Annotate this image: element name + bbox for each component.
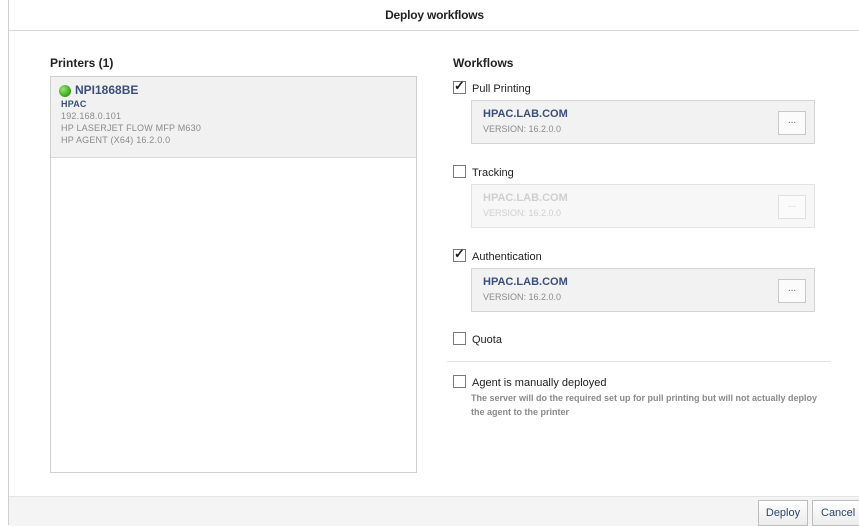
- manual-deploy-option: Agent is manually deployed: [453, 375, 607, 389]
- workflow-label: Pull Printing: [472, 83, 531, 95]
- deploy-button[interactable]: Deploy: [758, 500, 808, 526]
- dialog-title: Deploy workflows: [9, 0, 859, 31]
- tracking-checkbox[interactable]: [453, 165, 466, 178]
- workflow-label: Tracking: [472, 167, 514, 179]
- printer-ip: 192.168.0.101: [61, 111, 122, 121]
- printers-title: Printers (1): [50, 56, 114, 70]
- server-version: VERSION: 16.2.0.0: [483, 292, 562, 302]
- server-version: VERSION: 16.2.0.0: [483, 124, 562, 134]
- printer-list: NPI1868BE HPAC 192.168.0.101 HP LASERJET…: [50, 76, 417, 473]
- manual-deploy-description: The server will do the required set up f…: [471, 393, 818, 417]
- manual-deploy-label: Agent is manually deployed: [472, 377, 607, 389]
- printer-group: HPAC: [61, 99, 87, 109]
- printer-name: NPI1868BE: [75, 83, 139, 97]
- pull-printing-checkbox[interactable]: ✓: [453, 78, 466, 94]
- tracking-server: HPAC.LAB.COM VERSION: 16.2.0.0 ...: [471, 184, 815, 228]
- workflow-quota: Quota: [453, 332, 502, 346]
- status-online-icon: [59, 85, 71, 97]
- workflow-label: Authentication: [472, 251, 542, 263]
- server-options-button: ...: [778, 195, 806, 219]
- cancel-button[interactable]: Cancel: [812, 500, 859, 526]
- manual-deploy-checkbox[interactable]: [453, 375, 466, 388]
- dialog-footer: Deploy Cancel: [9, 496, 859, 526]
- check-icon: ✓: [454, 78, 465, 93]
- server-name: HPAC.LAB.COM: [483, 192, 568, 204]
- check-icon: ✓: [454, 246, 465, 261]
- printer-list-item[interactable]: NPI1868BE HPAC 192.168.0.101 HP LASERJET…: [51, 77, 416, 158]
- server-options-button[interactable]: ...: [778, 111, 806, 135]
- workflow-tracking: Tracking: [453, 165, 514, 179]
- workflow-pull-printing: ✓ Pull Printing: [453, 78, 531, 95]
- workflow-authentication: ✓ Authentication: [453, 246, 542, 263]
- divider: [447, 361, 831, 362]
- authentication-checkbox[interactable]: ✓: [453, 246, 466, 262]
- workflow-label: Quota: [472, 334, 502, 346]
- quota-checkbox[interactable]: [453, 332, 466, 345]
- authentication-server: HPAC.LAB.COM VERSION: 16.2.0.0 ...: [471, 268, 815, 312]
- printer-model: HP LASERJET FLOW MFP M630: [61, 123, 202, 133]
- workflows-title: Workflows: [453, 56, 514, 70]
- printer-agent: HP AGENT (X64) 16.2.0.0: [61, 135, 171, 145]
- server-version: VERSION: 16.2.0.0: [483, 208, 562, 218]
- deploy-workflows-dialog: Deploy workflows Printers (1) Workflows …: [8, 0, 859, 526]
- server-options-button[interactable]: ...: [778, 279, 806, 303]
- pull-printing-server: HPAC.LAB.COM VERSION: 16.2.0.0 ...: [471, 100, 815, 144]
- server-name: HPAC.LAB.COM: [483, 108, 568, 120]
- server-name: HPAC.LAB.COM: [483, 276, 568, 288]
